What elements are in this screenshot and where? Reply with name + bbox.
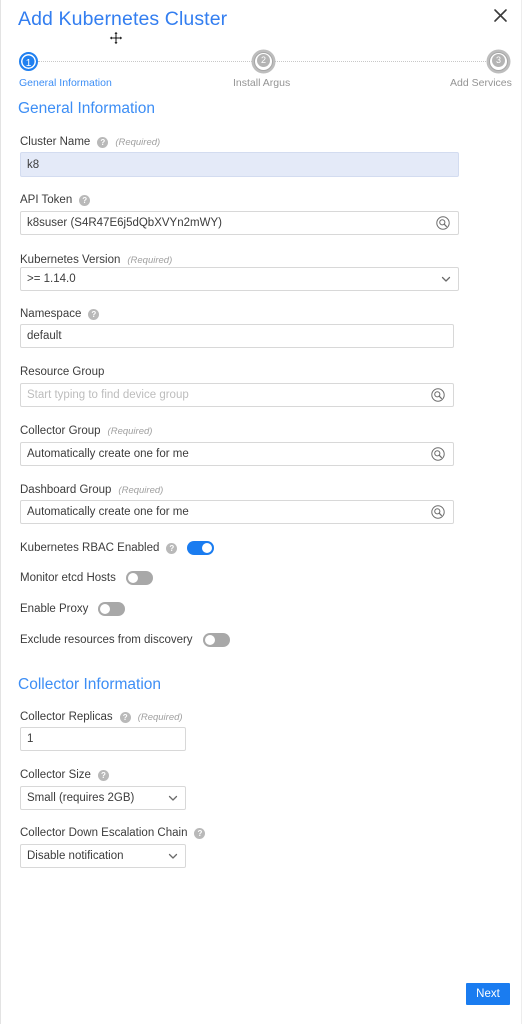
label-resource-group: Resource Group bbox=[20, 366, 104, 378]
stepper-step-2-label: Install Argus bbox=[233, 77, 291, 89]
help-icon-namespace[interactable]: ? bbox=[88, 308, 100, 320]
label-collector-replicas-text: Collector Replicas bbox=[20, 711, 113, 723]
stepper-step-3-label: Add Services bbox=[450, 77, 512, 89]
namespace-value: default bbox=[27, 330, 62, 342]
section-title-collector-information: Collector Information bbox=[18, 676, 162, 693]
label-cluster-name: Cluster Name ? (Required) bbox=[20, 136, 160, 148]
stepper-step-2-circle: 2 bbox=[254, 52, 273, 71]
api-token-input[interactable]: k8suser (S4R47E6j5dQbXVYn2mWY) bbox=[20, 211, 459, 235]
collector-group-input[interactable]: Automatically create one for me bbox=[20, 442, 454, 466]
stepper-line-1-2 bbox=[38, 61, 256, 63]
help-icon-collector-size[interactable]: ? bbox=[97, 769, 109, 781]
label-cluster-name-text: Cluster Name bbox=[20, 136, 91, 148]
section-title-general-information: General Information bbox=[18, 100, 155, 117]
resource-group-input[interactable]: Start typing to find device group bbox=[20, 383, 454, 407]
stepper-step-2-number: 2 bbox=[257, 54, 270, 67]
required-note-collector-replicas: (Required) bbox=[137, 711, 183, 723]
label-escalation-chain-text: Collector Down Escalation Chain bbox=[20, 827, 188, 839]
label-collector-group-text: Collector Group bbox=[20, 425, 101, 437]
stepper-line-2-3 bbox=[273, 61, 486, 63]
cluster-name-input[interactable]: k8 bbox=[20, 152, 459, 177]
label-collector-replicas: Collector Replicas ? (Required) bbox=[20, 711, 183, 723]
chevron-down-icon-collector-size[interactable] bbox=[167, 792, 179, 804]
help-icon-api-token[interactable]: ? bbox=[79, 194, 91, 206]
search-icon-dashboard-group[interactable] bbox=[431, 505, 445, 519]
help-icon-collector-replicas[interactable]: ? bbox=[119, 711, 131, 723]
cluster-name-value: k8 bbox=[27, 158, 40, 171]
collector-group-value: Automatically create one for me bbox=[27, 448, 189, 460]
label-namespace: Namespace ? bbox=[20, 308, 100, 320]
dashboard-group-input[interactable]: Automatically create one for me bbox=[20, 500, 454, 524]
label-resource-group-text: Resource Group bbox=[20, 366, 105, 378]
stepper-step-3-number: 3 bbox=[492, 54, 505, 67]
toggle-row-exclude-resources: Exclude resources from discovery bbox=[20, 633, 230, 647]
collector-size-select[interactable]: Small (requires 2GB) bbox=[20, 786, 186, 810]
chevron-down-icon-escalation-chain[interactable] bbox=[167, 850, 179, 862]
label-dashboard-group-text: Dashboard Group bbox=[20, 484, 112, 496]
namespace-input[interactable]: default bbox=[20, 324, 454, 348]
required-note-collector-group: (Required) bbox=[107, 425, 153, 437]
label-kubernetes-version-text: Kubernetes Version bbox=[20, 254, 121, 266]
toggle-etcd[interactable] bbox=[125, 571, 153, 585]
chevron-down-icon-kubernetes-version[interactable] bbox=[440, 273, 452, 285]
search-icon-collector-group[interactable] bbox=[431, 447, 445, 461]
toggle-row-rbac: Kubernetes RBAC Enabled ? bbox=[20, 541, 215, 555]
resource-group-placeholder: Start typing to find device group bbox=[27, 389, 189, 401]
api-token-value: k8suser (S4R47E6j5dQbXVYn2mWY) bbox=[27, 217, 222, 229]
label-kubernetes-version: Kubernetes Version (Required) bbox=[20, 254, 172, 266]
stepper: 1 General Information 2 Install Argus 3 … bbox=[1, 52, 521, 94]
collector-size-value: Small (requires 2GB) bbox=[27, 792, 135, 804]
next-button[interactable]: Next bbox=[466, 983, 510, 1005]
help-icon-cluster-name[interactable]: ? bbox=[97, 136, 109, 148]
toggle-rbac-knob bbox=[202, 543, 213, 553]
required-note-cluster-name: (Required) bbox=[115, 136, 161, 148]
label-escalation-chain: Collector Down Escalation Chain ? bbox=[20, 827, 206, 839]
label-collector-group: Collector Group (Required) bbox=[20, 425, 152, 437]
collector-replicas-input[interactable]: 1 bbox=[20, 727, 186, 751]
kubernetes-version-select[interactable]: >= 1.14.0 bbox=[20, 267, 459, 291]
escalation-chain-select[interactable]: Disable notification bbox=[20, 844, 186, 868]
collector-replicas-value: 1 bbox=[27, 733, 34, 745]
toggle-proxy-knob bbox=[100, 604, 111, 614]
page-title: Add Kubernetes Cluster bbox=[18, 8, 228, 30]
label-dashboard-group: Dashboard Group (Required) bbox=[20, 484, 163, 496]
add-kubernetes-cluster-dialog: Add Kubernetes Cluster 1 General Informa… bbox=[0, 0, 522, 1024]
toggle-label-proxy: Enable Proxy bbox=[20, 603, 89, 615]
stepper-step-1-label: General Information bbox=[19, 77, 112, 89]
toggle-exclude-resources-knob bbox=[204, 635, 215, 645]
move-cursor-icon bbox=[109, 31, 125, 47]
dashboard-group-value: Automatically create one for me bbox=[27, 506, 189, 518]
toggle-etcd-knob bbox=[127, 573, 138, 583]
stepper-step-1-circle: 1 bbox=[19, 52, 38, 71]
label-namespace-text: Namespace bbox=[20, 308, 82, 320]
required-note-kubernetes-version: (Required) bbox=[127, 254, 173, 266]
required-note-dashboard-group: (Required) bbox=[118, 484, 164, 496]
kubernetes-version-value: >= 1.14.0 bbox=[27, 273, 76, 285]
toggle-exclude-resources[interactable] bbox=[202, 633, 230, 647]
label-collector-size-text: Collector Size bbox=[20, 769, 91, 781]
help-icon-escalation-chain[interactable]: ? bbox=[194, 827, 206, 839]
search-icon-api-token[interactable] bbox=[436, 216, 450, 230]
toggle-row-proxy: Enable Proxy bbox=[20, 602, 126, 616]
close-icon[interactable] bbox=[489, 4, 511, 26]
toggle-label-exclude-resources: Exclude resources from discovery bbox=[20, 634, 193, 646]
toggle-label-etcd: Monitor etcd Hosts bbox=[20, 572, 116, 584]
toggle-row-etcd: Monitor etcd Hosts bbox=[20, 571, 153, 585]
label-api-token-text: API Token bbox=[20, 194, 73, 206]
toggle-proxy[interactable] bbox=[98, 602, 126, 616]
search-icon-resource-group[interactable] bbox=[431, 388, 445, 402]
escalation-chain-value: Disable notification bbox=[27, 850, 124, 862]
label-collector-size: Collector Size ? bbox=[20, 769, 109, 781]
help-icon-rbac[interactable]: ? bbox=[166, 542, 178, 554]
toggle-rbac[interactable] bbox=[187, 541, 215, 555]
label-api-token: API Token ? bbox=[20, 194, 91, 206]
stepper-step-3-circle: 3 bbox=[489, 52, 508, 71]
toggle-label-rbac: Kubernetes RBAC Enabled bbox=[20, 542, 160, 554]
